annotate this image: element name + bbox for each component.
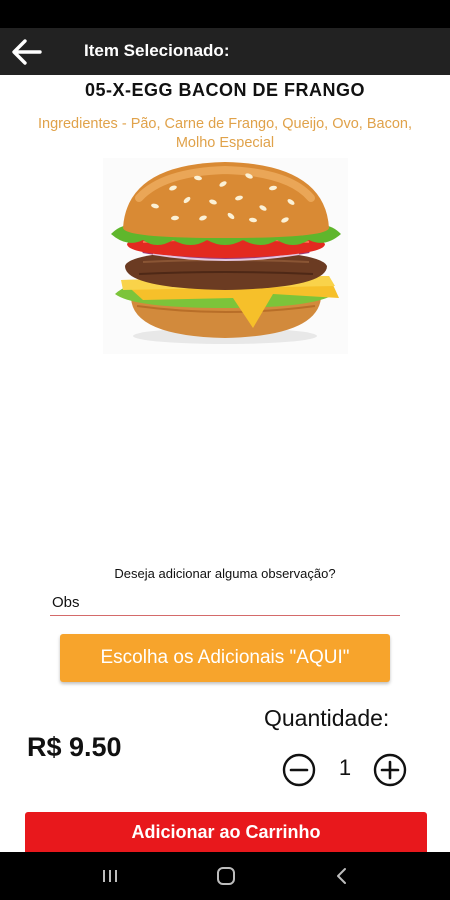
- recent-apps-icon: [103, 870, 117, 882]
- minus-circle-icon[interactable]: [282, 753, 316, 787]
- home-button[interactable]: [206, 862, 246, 890]
- back-button[interactable]: [6, 32, 46, 72]
- add-to-cart-button[interactable]: Adicionar ao Carrinho: [25, 812, 427, 854]
- observation-question: Deseja adicionar alguma observação?: [114, 566, 336, 581]
- quantity-label: Quantidade:: [264, 705, 390, 731]
- plus-circle-icon[interactable]: [373, 753, 407, 787]
- back-nav-button[interactable]: [322, 862, 362, 890]
- quantity-value: 1: [338, 755, 352, 780]
- hamburger-image: [103, 158, 348, 354]
- arrow-left-icon: [12, 39, 42, 65]
- app-bar: Item Selecionado:: [0, 28, 450, 75]
- back-nav-icon: [337, 868, 346, 884]
- product-ingredients: Ingredientes - Pão, Carne de Frango, Que…: [38, 116, 412, 151]
- page-title: Item Selecionado:: [84, 41, 230, 60]
- status-bar: [0, 0, 450, 28]
- product-name: 05-X-EGG BACON DE FRANGO: [84, 80, 366, 100]
- system-navigation-bar: [0, 852, 450, 900]
- home-icon: [217, 867, 235, 885]
- observation-input[interactable]: [50, 590, 400, 616]
- choose-addons-button[interactable]: Escolha os Adicionais "AQUI": [60, 634, 390, 682]
- recent-apps-button[interactable]: [90, 862, 130, 890]
- price-label: R$ 9.50: [27, 732, 122, 762]
